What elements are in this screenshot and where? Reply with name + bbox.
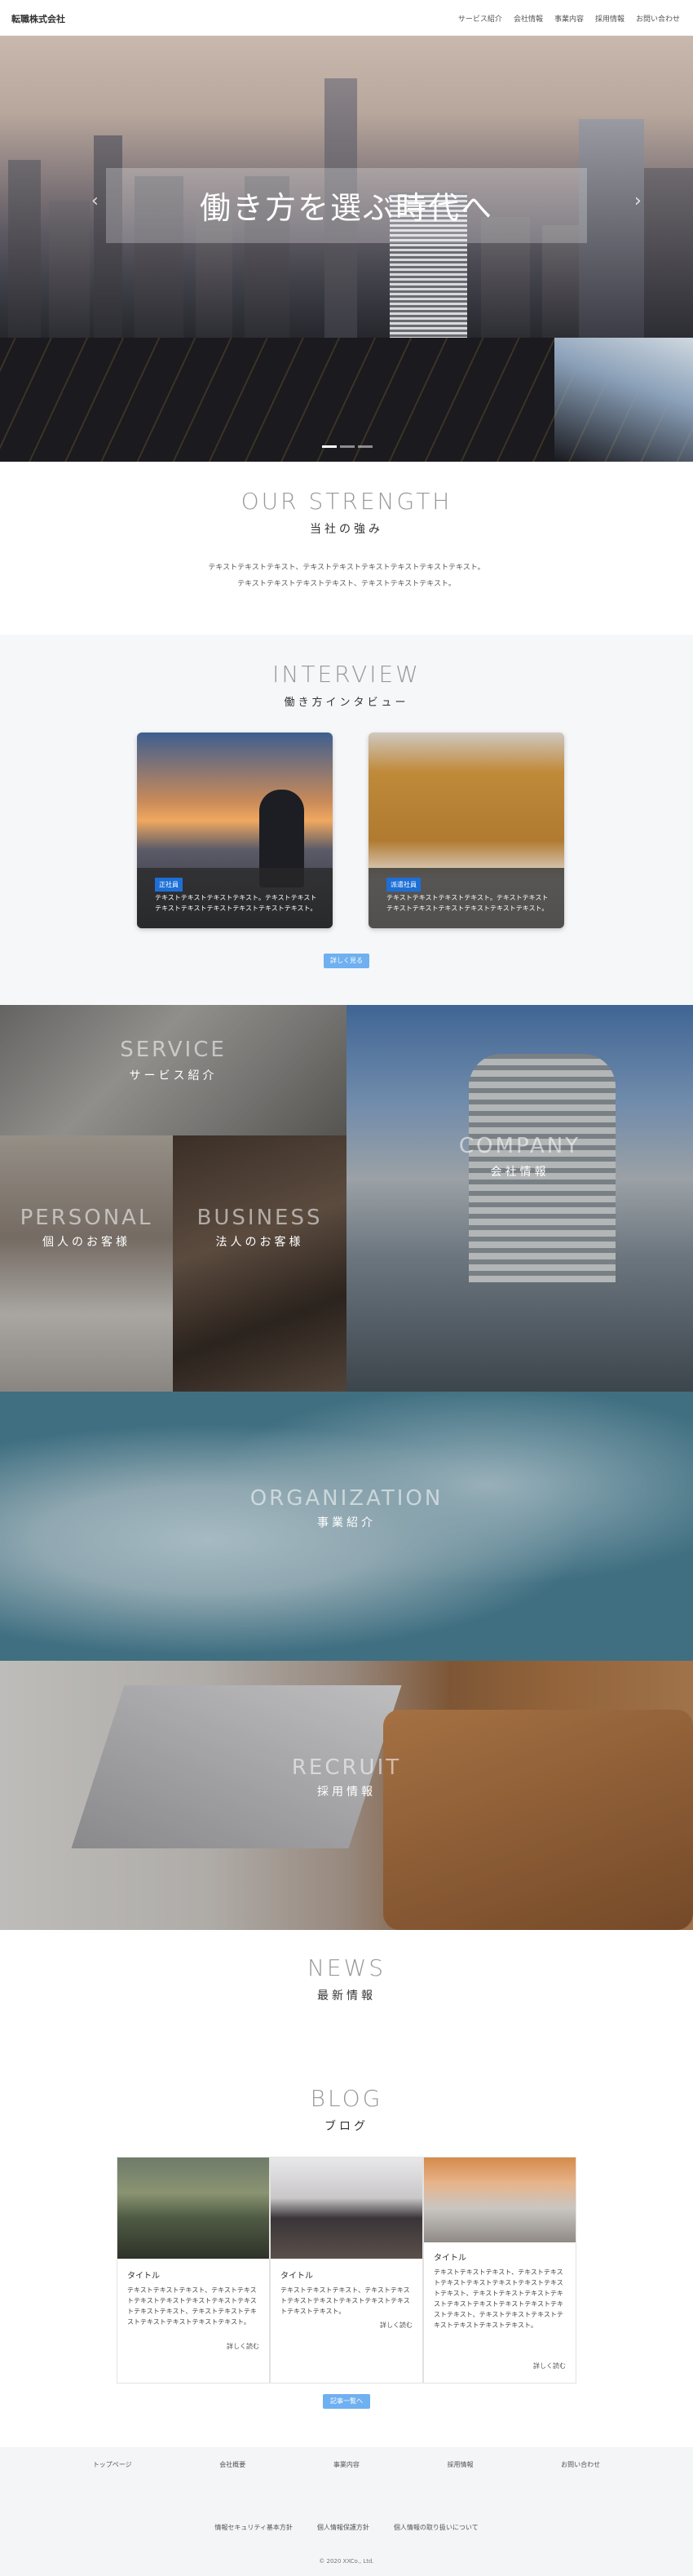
organization-tile[interactable]: ORGANIZATION 事業紹介 xyxy=(0,1392,693,1661)
tile-heading-en: SERVICE xyxy=(120,1038,227,1062)
interview-card[interactable]: 正社員 テキストテキストテキストテキスト。テキストテキストテキストテキストテキス… xyxy=(137,733,333,928)
tile-heading-jp: 法人のお客様 xyxy=(215,1236,304,1249)
strength-text: テキストテキストテキスト、テキストテキストテキストテキストテキストテキスト。 テ… xyxy=(0,560,693,592)
footer-link-business[interactable]: 事業内容 xyxy=(333,2460,360,2469)
blog-read-more[interactable]: 詳しく読む xyxy=(380,2321,413,2330)
footer-link-privacy-handling[interactable]: 個人情報の取り扱いについて xyxy=(394,2523,479,2532)
interview-heading-jp: 働き方インタビュー xyxy=(284,697,409,709)
nav-item-contact[interactable]: お問い合わせ xyxy=(636,13,680,24)
footer-link-security[interactable]: 情報セキュリティ基本方針 xyxy=(214,2523,293,2532)
hero-foreground-image xyxy=(0,338,693,462)
next-arrow-icon[interactable]: › xyxy=(634,191,642,211)
footer-nav: トップページ 会社概要 事業内容 採用情報 お問い合わせ xyxy=(0,2460,693,2469)
nav-item-business[interactable]: 事業内容 xyxy=(554,13,584,24)
tile-heading-en: ORGANIZATION xyxy=(249,1486,444,1511)
tile-heading-jp: 個人のお客様 xyxy=(42,1236,130,1249)
blog-title[interactable]: タイトル xyxy=(434,2251,466,2263)
blog-text: テキストテキストテキスト、テキストテキストテキストテキストテキストテキストテキス… xyxy=(280,2286,410,2315)
slider-dot[interactable] xyxy=(358,445,373,448)
blog-title[interactable]: タイトル xyxy=(127,2268,160,2281)
site-logo[interactable]: 転職株式会社 xyxy=(11,12,65,25)
slider-dots xyxy=(322,445,373,448)
company-tile[interactable]: COMPANY 会社情報 xyxy=(346,1005,693,1392)
blog-text: テキストテキストテキスト、テキストテキストテキストテキストテキストテキストテキス… xyxy=(434,2268,564,2329)
tile-heading-jp: 採用情報 xyxy=(317,1786,376,1799)
copyright: © 2020 XXCo., Ltd. xyxy=(319,2558,374,2565)
blog-read-more[interactable]: 詳しく読む xyxy=(533,2361,566,2370)
card-text: テキストテキストテキストテキスト。テキストテキストテキストテキストテキストテキス… xyxy=(386,894,549,912)
strength-line: テキストテキストテキストテキスト、テキストテキストテキスト。 xyxy=(237,580,456,588)
blog-heading-jp: ブログ xyxy=(324,2120,369,2133)
strength-line: テキストテキストテキスト、テキストテキストテキストテキストテキストテキスト。 xyxy=(208,564,485,572)
blog-image xyxy=(271,2158,422,2259)
footer-link-privacy[interactable]: 個人情報保護方針 xyxy=(317,2523,369,2532)
interview-section xyxy=(0,635,693,1005)
card-tag: 派遣社員 xyxy=(386,878,421,892)
tile-heading-jp: サービス紹介 xyxy=(129,1069,218,1082)
blog-heading-en: BLOG xyxy=(310,2085,383,2112)
blog-card[interactable]: タイトル テキストテキストテキスト、テキストテキストテキストテキストテキストテキ… xyxy=(117,2157,270,2383)
global-nav: サービス紹介 会社情報 事業内容 採用情報 お問い合わせ xyxy=(458,13,680,24)
blog-read-more[interactable]: 詳しく読む xyxy=(227,2342,259,2351)
footer-policy-nav: 情報セキュリティ基本方針 個人情報保護方針 個人情報の取り扱いについて xyxy=(0,2523,693,2532)
hero-title: 働き方を選ぶ時代へ xyxy=(199,190,493,226)
interview-heading-en: INTERVIEW xyxy=(272,661,421,688)
blog-title[interactable]: タイトル xyxy=(280,2268,313,2281)
personal-tile[interactable]: PERSONAL 個人のお客様 xyxy=(0,1135,173,1392)
tile-heading-jp: 会社情報 xyxy=(490,1166,550,1179)
slider-dot[interactable] xyxy=(322,445,337,448)
recruit-tile[interactable]: RECRUIT 採用情報 xyxy=(0,1661,693,1930)
strength-heading-en: OUR STRENGTH xyxy=(241,488,452,515)
tile-heading-jp: 事業紹介 xyxy=(317,1516,376,1529)
nav-item-recruit[interactable]: 採用情報 xyxy=(595,13,625,24)
blog-image xyxy=(117,2158,269,2259)
tile-heading-en: COMPANY xyxy=(458,1134,581,1158)
footer-link-company[interactable]: 会社概要 xyxy=(219,2460,245,2469)
interview-more-button[interactable]: 詳しく見る xyxy=(324,954,369,968)
slider-dot[interactable] xyxy=(340,445,355,448)
blog-list-button[interactable]: 記事一覧へ xyxy=(323,2394,370,2409)
blog-card[interactable]: タイトル テキストテキストテキスト、テキストテキストテキストテキストテキストテキ… xyxy=(423,2157,576,2383)
site-header: 転職株式会社 サービス紹介 会社情報 事業内容 採用情報 お問い合わせ xyxy=(0,0,693,36)
tile-heading-en: PERSONAL xyxy=(20,1206,153,1230)
nav-item-service[interactable]: サービス紹介 xyxy=(458,13,502,24)
footer-link-top[interactable]: トップページ xyxy=(93,2460,132,2469)
footer-link-contact[interactable]: お問い合わせ xyxy=(561,2460,600,2469)
tile-heading-en: BUSINESS xyxy=(196,1206,323,1230)
news-heading-en: NEWS xyxy=(307,1954,386,1981)
service-tile[interactable]: SERVICE サービス紹介 xyxy=(0,1005,346,1135)
business-tile[interactable]: BUSINESS 法人のお客様 xyxy=(173,1135,346,1392)
blog-image xyxy=(424,2158,576,2242)
nav-item-company[interactable]: 会社情報 xyxy=(514,13,543,24)
footer-link-recruit[interactable]: 採用情報 xyxy=(448,2460,474,2469)
strength-heading-jp: 当社の強み xyxy=(310,523,383,536)
tile-heading-en: RECRUIT xyxy=(291,1755,402,1780)
blog-card[interactable]: タイトル テキストテキストテキスト、テキストテキストテキストテキストテキストテキ… xyxy=(270,2157,423,2383)
hero-slider: 働き方を選ぶ時代へ ‹ › xyxy=(0,36,693,462)
interview-card[interactable]: 派遣社員 テキストテキストテキストテキスト。テキストテキストテキストテキストテキ… xyxy=(369,733,564,928)
blog-text: テキストテキストテキスト、テキストテキストテキストテキストテキストテキストテキス… xyxy=(127,2286,257,2326)
prev-arrow-icon[interactable]: ‹ xyxy=(91,191,99,211)
card-text: テキストテキストテキストテキスト。テキストテキストテキストテキストテキストテキス… xyxy=(155,894,317,912)
card-tag: 正社員 xyxy=(155,878,183,892)
news-heading-jp: 最新情報 xyxy=(317,1990,376,2003)
